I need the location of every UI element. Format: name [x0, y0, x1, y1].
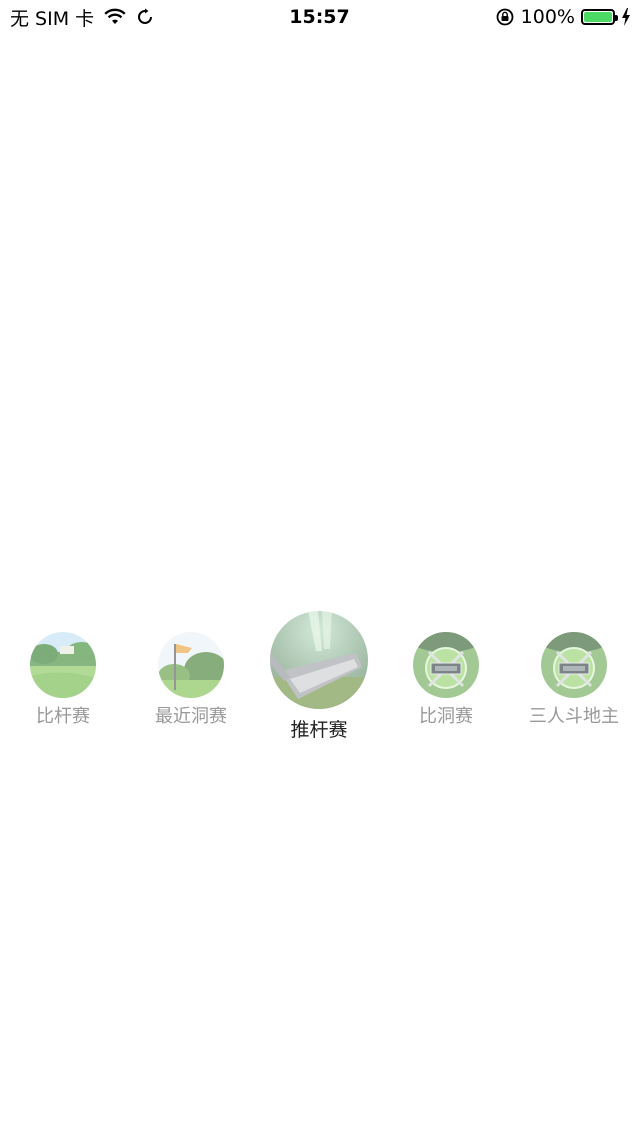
battery-icon: [581, 9, 618, 25]
mode-item-match-play[interactable]: 比洞赛: [406, 632, 486, 728]
mode-label: 比杆赛: [36, 706, 90, 727]
status-bar: 无 SIM 卡 15:57 100%: [0, 0, 639, 34]
mode-label: 推杆赛: [290, 719, 348, 741]
strike-badge-icon: [413, 632, 479, 698]
strike-badge-icon: [541, 632, 607, 698]
mode-label: 三人斗地主: [529, 706, 619, 727]
golf-course-icon: [30, 632, 96, 698]
charging-bolt-icon: [621, 8, 631, 26]
mode-item-putting[interactable]: 推杆赛: [264, 611, 374, 742]
golf-club-icon: [270, 611, 368, 709]
golf-flag-icon: [158, 632, 224, 698]
mode-label: 最近洞赛: [155, 706, 227, 727]
mode-item-three-player[interactable]: 三人斗地主: [524, 632, 624, 728]
battery-fill: [584, 12, 612, 22]
battery-percent: 100%: [520, 6, 575, 28]
status-right: 100%: [495, 4, 631, 30]
game-mode-carousel[interactable]: 比杆赛 最近洞赛 推杆赛 比洞赛 三人斗地主: [0, 600, 639, 760]
mode-label: 比洞赛: [419, 706, 473, 727]
mode-item-closest-to-pin[interactable]: 最近洞赛: [146, 632, 236, 728]
rotation-lock-icon: [495, 7, 515, 27]
mode-item-stroke-play[interactable]: 比杆赛: [23, 632, 103, 728]
